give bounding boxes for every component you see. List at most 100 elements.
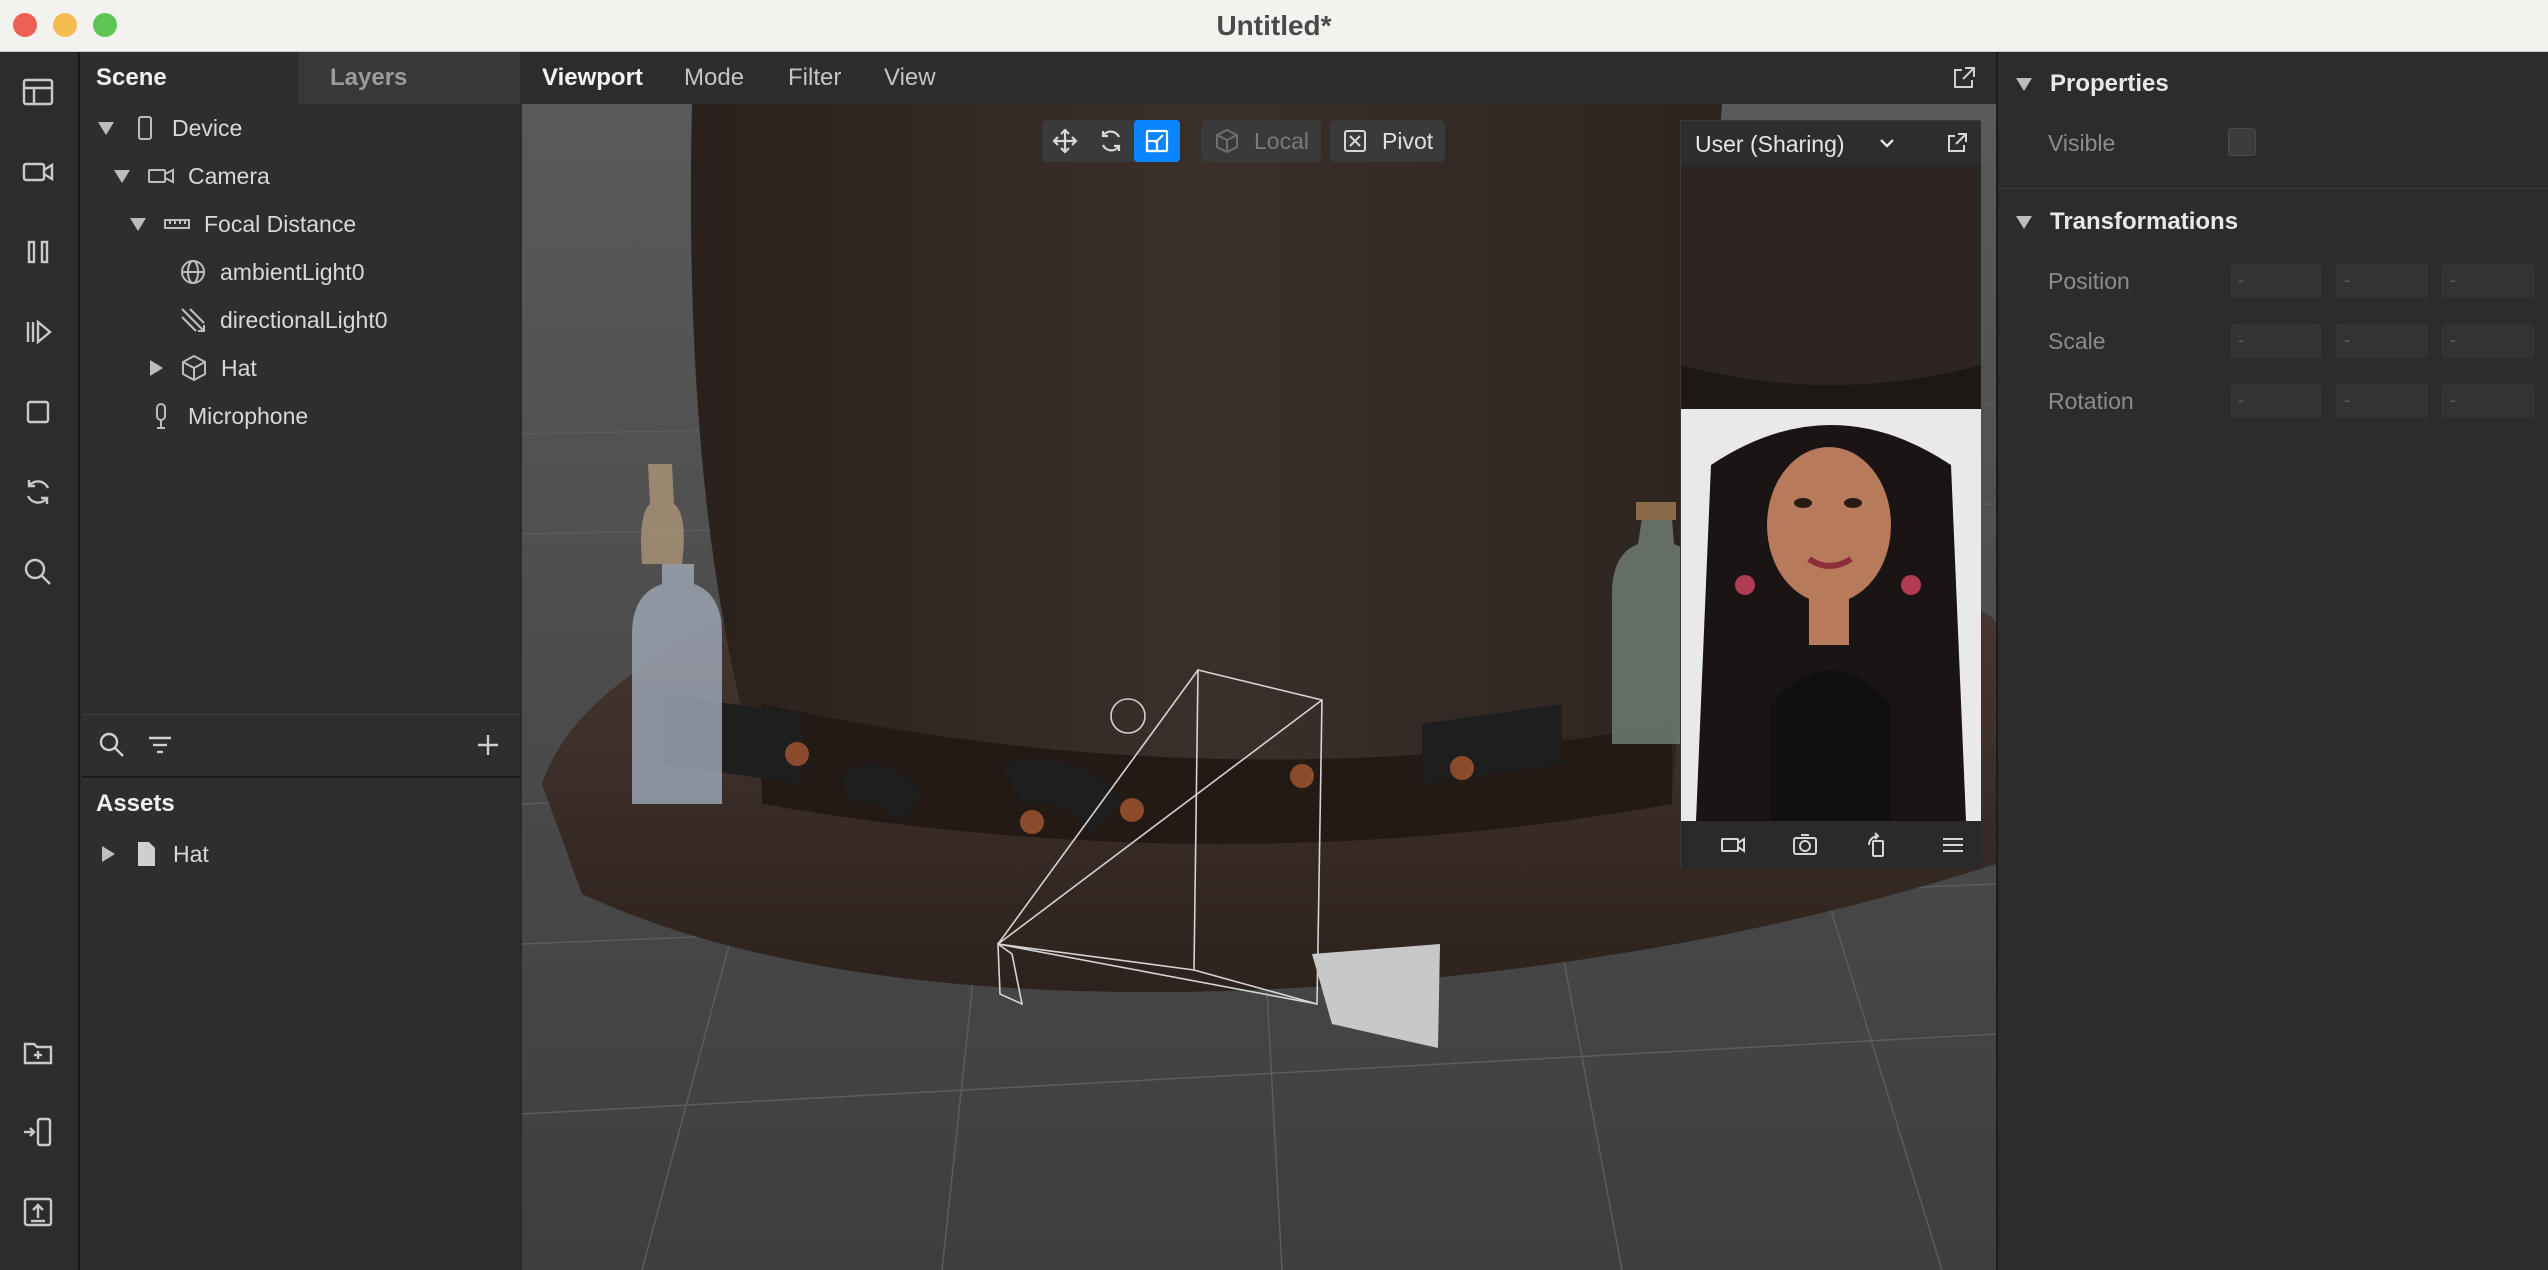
scene-panel: Scene Layers Device Camera Focal Distanc… (82, 52, 520, 774)
tab-layers[interactable]: Layers (298, 52, 520, 104)
rotate-device-icon[interactable] (1863, 831, 1891, 859)
tree-item-label: Hat (221, 354, 257, 381)
transformations-section-header[interactable]: Transformations (1998, 202, 2238, 242)
pivot-toggle[interactable]: Pivot (1330, 120, 1446, 162)
position-label: Position (2048, 268, 2130, 294)
video-camera-icon[interactable] (16, 150, 60, 194)
filter-icon[interactable] (144, 729, 176, 761)
move-tool-button[interactable] (1042, 120, 1088, 162)
pause-icon[interactable] (16, 230, 60, 274)
rotate-icon (1101, 130, 1121, 152)
collapse-arrow-icon[interactable] (2016, 77, 2032, 91)
properties-title: Properties (2050, 70, 2169, 97)
title-bar: Untitled* (0, 0, 2548, 52)
properties-panel: Properties Visible Transformations Posit… (1996, 52, 2548, 1270)
position-y-field[interactable]: - (2336, 264, 2428, 298)
viewport-header: Viewport Mode Filter View (522, 52, 1996, 104)
properties-section-header[interactable]: Properties (1998, 64, 2169, 104)
tree-item-device[interactable]: Device (98, 104, 242, 152)
pivot-label: Pivot (1382, 127, 1434, 154)
send-to-device-icon[interactable] (16, 1110, 60, 1154)
upload-icon[interactable] (16, 1190, 60, 1234)
move-icon (1052, 128, 1078, 154)
tree-item-label: Focal Distance (204, 210, 357, 237)
window-title: Untitled* (1216, 10, 1332, 41)
scale-z-field[interactable]: - (2442, 324, 2534, 358)
tree-item-label: Camera (188, 162, 270, 189)
chevron-down-icon[interactable] (1877, 133, 1897, 153)
search-icon[interactable] (96, 729, 128, 761)
expand-arrow-icon[interactable] (114, 169, 130, 183)
assets-title: Assets (96, 790, 175, 817)
transform-tools (1042, 120, 1180, 162)
simulator-header: User (Sharing) (1681, 121, 1981, 165)
rotate-tool-button[interactable] (1088, 120, 1134, 162)
menu-filter[interactable]: Filter (788, 52, 841, 104)
cube-icon (179, 353, 209, 383)
tree-item-label: Microphone (188, 402, 309, 429)
cube-icon (1216, 128, 1238, 154)
tree-item-focal-distance[interactable]: Focal Distance (130, 200, 356, 248)
tree-item-label: directionalLight0 (220, 306, 388, 333)
tree-item-microphone[interactable]: Microphone (146, 392, 308, 440)
add-object-icon[interactable] (472, 729, 504, 761)
directional-light-icon (178, 305, 208, 335)
collapse-arrow-icon[interactable] (2016, 215, 2032, 229)
file-icon (131, 839, 161, 869)
tree-item-label: ambientLight0 (220, 258, 365, 285)
refresh-icon[interactable] (16, 470, 60, 514)
ruler-icon (162, 209, 192, 239)
expand-arrow-icon[interactable] (102, 846, 115, 862)
visible-checkbox[interactable] (2228, 128, 2256, 156)
search-icon[interactable] (16, 550, 60, 594)
scale-tool-button[interactable] (1134, 120, 1180, 162)
add-folder-icon[interactable] (16, 1030, 60, 1074)
position-x-field[interactable]: - (2230, 264, 2322, 298)
video-camera-icon[interactable] (1719, 831, 1747, 859)
menu-view[interactable]: View (884, 52, 936, 104)
pivot-icon (1344, 130, 1366, 152)
tree-item-directional-light[interactable]: directionalLight0 (178, 296, 388, 344)
tree-item-ambient-light[interactable]: ambientLight0 (178, 248, 365, 296)
menu-icon[interactable] (1939, 831, 1967, 859)
transformations-title: Transformations (2050, 208, 2239, 235)
section-divider (1998, 188, 2548, 189)
tree-item-hat[interactable]: Hat (150, 344, 257, 392)
tab-scene[interactable]: Scene (82, 52, 298, 104)
camera-icon (146, 161, 176, 191)
menu-mode[interactable]: Mode (684, 52, 744, 104)
scale-label: Scale (2048, 328, 2106, 354)
simulator-preview (1681, 165, 1981, 821)
simulator-toolbar (1681, 821, 1981, 869)
left-toolbar (0, 52, 80, 1270)
popout-icon[interactable] (1945, 131, 1969, 155)
rotation-x-field[interactable]: - (2230, 384, 2322, 418)
position-z-field[interactable]: - (2442, 264, 2534, 298)
scale-y-field[interactable]: - (2336, 324, 2428, 358)
rotation-z-field[interactable]: - (2442, 384, 2534, 418)
scale-x-field[interactable]: - (2230, 324, 2322, 358)
asset-item-hat[interactable]: Hat (102, 830, 209, 878)
simulator-user-select[interactable]: User (Sharing) (1695, 131, 1845, 158)
device-simulator: User (Sharing) (1680, 120, 1981, 869)
rotation-y-field[interactable]: - (2336, 384, 2428, 418)
expand-arrow-icon[interactable] (130, 217, 146, 231)
local-label: Local (1254, 127, 1309, 154)
expand-arrow-icon[interactable] (150, 360, 163, 376)
scene-footer (82, 714, 520, 774)
step-forward-icon[interactable] (16, 310, 60, 354)
menu-viewport[interactable]: Viewport (542, 52, 643, 104)
tree-item-label: Device (172, 114, 243, 141)
tree-item-camera[interactable]: Camera (114, 152, 270, 200)
expand-arrow-icon[interactable] (98, 121, 114, 135)
stop-icon[interactable] (16, 390, 60, 434)
assets-panel: Assets Hat (82, 776, 520, 1270)
switch-camera-icon[interactable] (1791, 831, 1819, 859)
globe-light-icon (178, 257, 208, 287)
popout-icon[interactable] (1950, 64, 1978, 92)
rotation-label: Rotation (2048, 388, 2134, 414)
local-toggle[interactable]: Local (1202, 120, 1321, 162)
microphone-icon (146, 401, 176, 431)
asset-item-label: Hat (173, 840, 209, 867)
layout-icon[interactable] (16, 70, 60, 114)
